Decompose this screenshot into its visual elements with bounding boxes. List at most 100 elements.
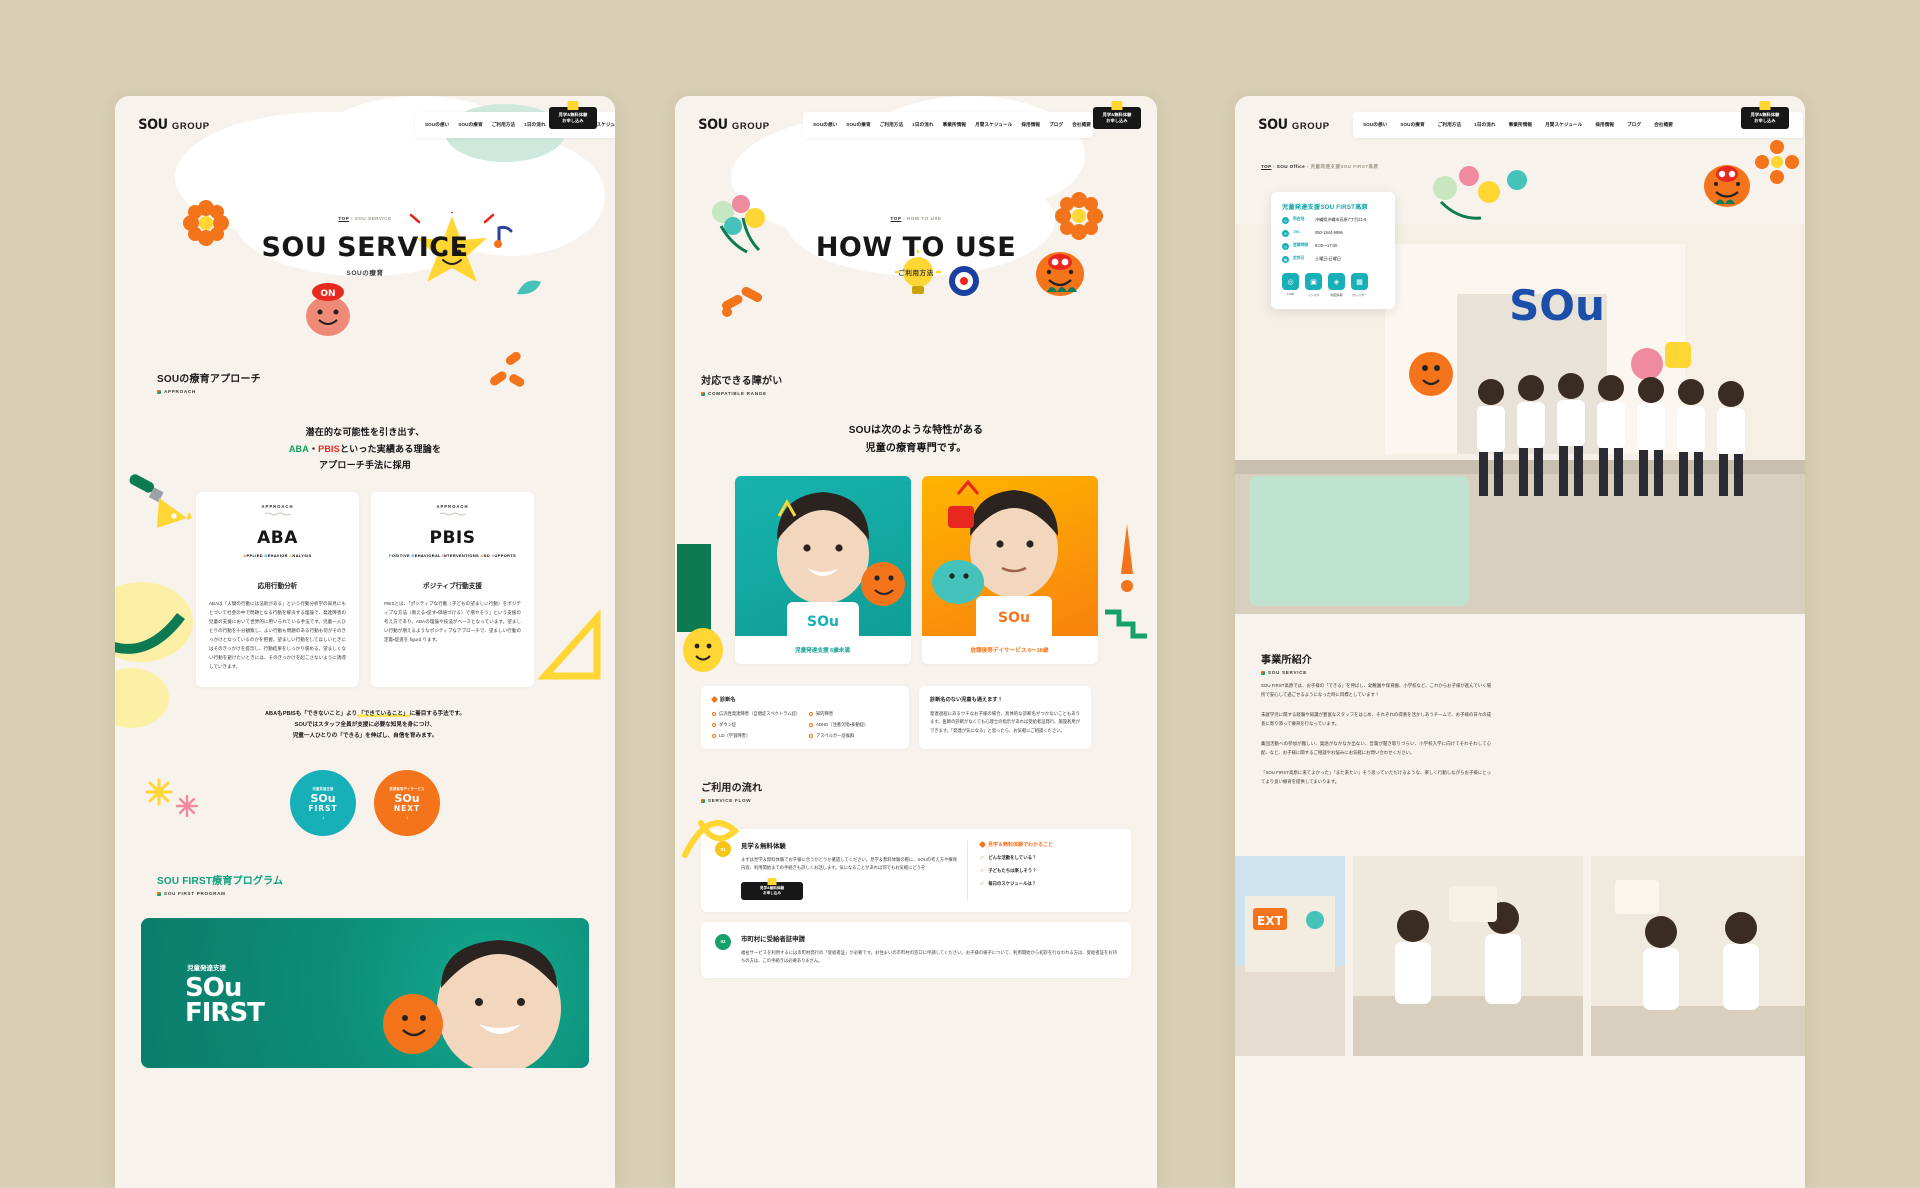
breadcrumb-top[interactable]: TOP [891,216,902,221]
nav-item-3[interactable]: 1日の流れ [1474,122,1495,128]
card-pbis: APPROACH PBIS POSITIVE BEHAVIORAL INTERV… [371,491,534,687]
main-nav: SOUの想い SOUの療育 ご利用方法 1日の流れ 事業所情報 月間スケジュール… [803,112,1093,138]
panel-sou-service: SOU GROUP SOUの想い SOUの療育 ご利用方法 1日の流れ 事業所情… [115,96,615,1188]
nav-item-1[interactable]: SOUの療育 [1400,122,1424,128]
circle-sou-next[interactable]: 放課後等デイサービス SOu NEXT ↓ [374,770,440,837]
logo-sou: SOU [138,117,168,133]
logo[interactable]: SOU GROUP [137,117,210,133]
diagnosis-heading: 診断名 [710,695,898,704]
nav-item-5[interactable]: 月間スケジュール [975,122,1012,128]
list-item: ✓ どんな活動をしている？ [980,855,1117,861]
circle-sou-first[interactable]: 児童発達支援 SOu FIRST ↓ [290,770,356,837]
cta-line-2: お申し込み [1754,118,1776,123]
breadcrumb-top[interactable]: TOP [338,216,349,221]
breadcrumb-sep-2: › [1306,164,1309,169]
nav-item-6[interactable]: 採用情報 [1595,122,1614,128]
cta-booking-button[interactable]: 見学&無料体験 お申し込み [549,101,597,129]
flow-side-item-1: 子どもたちは楽しそう？ [988,868,1037,873]
flow-cta-line-2: お申し込み [763,890,781,895]
section-compatible-head: 対応できる障がい COMPATIBLE RANGE [701,372,1157,396]
site-header: SOU GROUP SOUの想い SOUの療育 ご利用方法 1日の流れ 事業所情… [1235,96,1805,154]
ring-bullet-icon [809,712,813,716]
nav-item-4[interactable]: 事業所情報 [943,122,966,128]
diagnosis-heading-text: 診断名 [720,697,736,703]
section-bullet-icon [1261,670,1265,675]
nav-item-2[interactable]: ご利用方法 [880,122,903,128]
nav-item-7[interactable]: ブログ [1627,122,1641,128]
card-child-development[interactable]: SOu 児童発達支援 6歳未満 [734,476,911,664]
diagnosis-item-1: 知的障害 [816,711,834,716]
nav-item-5[interactable]: 月間スケジュール [1545,122,1582,128]
flow-side-item-0: どんな活動をしている？ [988,855,1037,860]
section-program-head: SOU FIRST療育プログラム SOU FIRST PROGRAM [157,872,615,896]
section-compatible-title: 対応できる障がい [701,376,783,387]
sub-p8: ND [483,552,492,558]
list-item: ✓ 毎日のスケジュールは？ [980,881,1117,887]
page-title: SOU SERVICE [261,232,469,263]
nav-item-8[interactable]: 会社概要 [1072,122,1091,128]
flower-bouquet-icon [712,195,765,254]
ring-bullet-icon [712,712,716,716]
nav-item-1[interactable]: SOUの療育 [846,122,870,128]
nav-item-3[interactable]: 1日の流れ [524,122,545,128]
nav-item-2[interactable]: ご利用方法 [1438,122,1461,128]
card-aba-label: APPROACH [261,503,294,509]
nav-item-1[interactable]: SOUの療育 [458,122,482,128]
card-pbis-heading: ポジティブ行動支援 [423,582,482,590]
sub-p10: UPPORTS [494,552,517,558]
nav-item-2[interactable]: ご利用方法 [492,122,515,128]
info-label-2: 営業時間 [1293,243,1309,247]
logo[interactable]: SOU GROUP [697,117,770,133]
card-after-school[interactable]: SOu 放課後等デイサービス 6〜18歳 [921,476,1098,664]
sns-line[interactable]: ◎ LINE [1282,273,1299,297]
nav-item-7[interactable]: ブログ [1049,122,1063,128]
ring-bullet-icon [809,734,813,738]
decor-flowers-icon [1433,166,1527,220]
nav-item-8[interactable]: 会社概要 [1654,122,1673,128]
nav-item-4[interactable]: 事業所情報 [1509,122,1532,128]
nav-list: SOUの想い SOUの療育 ご利用方法 1日の流れ 事業所情報 月間スケジュール… [813,122,1091,128]
breadcrumb-mid[interactable]: SOU Office [1277,164,1305,169]
section-approach-head: SOUの療育アプローチ APPROACH [157,370,615,394]
svg-text:ON: ON [320,289,335,299]
circle-first-name: SOu FIRST [308,793,337,812]
phone-icon: ✆ [1282,230,1289,237]
list-item: ✓ 子どもたちは楽しそう？ [980,868,1117,874]
panel-how-to-use: SOU GROUP SOUの想い SOUの療育 ご利用方法 1日の流れ 事業所情… [675,96,1157,1188]
nav-item-0[interactable]: SOUの想い [1363,122,1387,128]
nav-item-0[interactable]: SOUの想い [425,122,449,128]
orange-character-icon [1704,165,1750,207]
logo[interactable]: SOU GROUP [1257,117,1330,133]
cta-booking-button[interactable]: 見学&無料体験 お申し込み [1093,101,1141,129]
office-photo-activity-1 [1353,856,1583,1056]
sns-map[interactable]: ◈ 地図情報 [1328,273,1345,297]
section-bullet-icon [701,391,705,396]
card-aba-title: ABA [257,527,298,548]
nav-item-6[interactable]: 採用情報 [1021,122,1040,128]
line-icon: ◎ [1282,273,1299,290]
sns-calendar[interactable]: ▦ カレンダー [1351,273,1368,297]
check-icon: ✓ [980,881,985,887]
section-compatible-en: COMPATIBLE RANGE [701,391,1157,396]
zigzag-exclaim-icon [1105,524,1147,639]
breadcrumb-current: HOW TO USE [906,216,942,221]
closing-1-mark: 「できていること」 [357,710,410,717]
sub-a6: NALYSIS [292,552,312,558]
breadcrumb-top[interactable]: TOP [1261,164,1271,169]
flow-cta-button[interactable]: 見学&無料体験 お申し込み [741,877,803,900]
card-photo-boy: SOu [921,476,1098,636]
breadcrumb-current: 児童発達支援SOU FIRST高原 [1310,164,1379,169]
info-row-address: ◎ 所在地 沖縄県沖縄市高原7丁目21-5 [1282,217,1384,224]
program-banner[interactable]: 児童発達支援 SOu FIRST [141,918,589,1069]
music-note-icon [494,225,513,248]
child-photo-placeholder [383,940,561,1069]
flow-side-item-2: 毎日のスケジュールは？ [988,881,1037,886]
squiggle-icon [439,512,466,516]
nav-item-0[interactable]: SOUの想い [813,122,837,128]
map-pin-icon: ◈ [1328,273,1345,290]
cta-booking-button[interactable]: 見学&無料体験 お申し込み [1741,101,1789,129]
info-label-0: 所在地 [1293,217,1305,221]
sns-instagram[interactable]: ▣ インスタ [1305,273,1322,297]
compatible-lead: SOUは次のような特性がある 児童の療育専門です。 [675,422,1157,458]
nav-item-3[interactable]: 1日の流れ [912,122,933,128]
